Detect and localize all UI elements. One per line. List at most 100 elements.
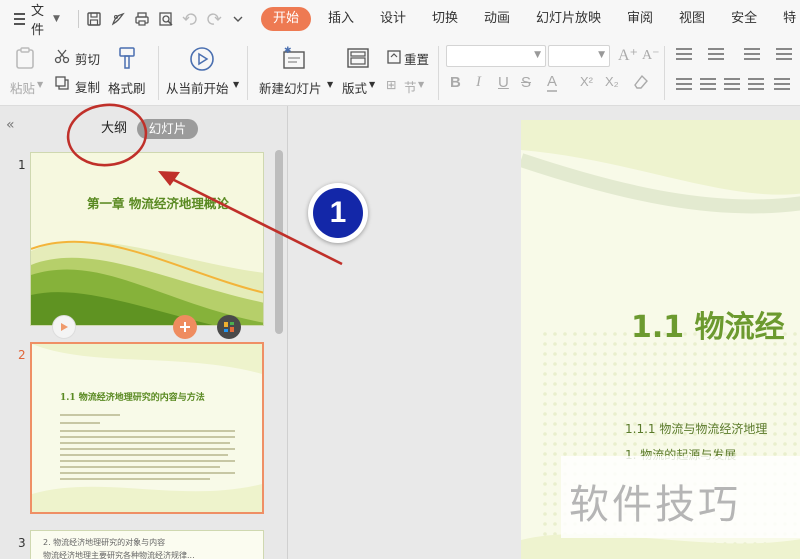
chevron-down-icon: ▼ bbox=[598, 50, 605, 60]
paste-button[interactable]: 粘贴 bbox=[10, 78, 35, 97]
slide-text-line: 2. 物流经济地理研究的对象与内容 bbox=[43, 538, 166, 547]
chevron-down-icon: ▼ bbox=[53, 14, 60, 24]
paste-dropdown-icon[interactable]: ▼ bbox=[37, 80, 43, 89]
file-menu-label: 文件 bbox=[31, 4, 45, 38]
align-left-icon[interactable] bbox=[676, 78, 692, 90]
chevron-down-icon: ▼ bbox=[534, 50, 541, 60]
play-from-current-button[interactable]: 从当前开始 bbox=[166, 78, 229, 97]
ribbon-divider bbox=[158, 46, 159, 100]
tab-review[interactable]: 审阅 bbox=[614, 7, 666, 31]
export-pdf-icon[interactable] bbox=[109, 10, 127, 28]
section-button[interactable]: 节 bbox=[404, 77, 417, 96]
font-size-select[interactable]: ▼ bbox=[548, 45, 610, 67]
italic-button[interactable]: I bbox=[476, 74, 481, 91]
align-right-icon[interactable] bbox=[724, 78, 740, 90]
slide-title[interactable]: 1.1 物流经 bbox=[631, 302, 785, 346]
decrease-indent-icon[interactable] bbox=[744, 48, 760, 60]
slide-editor-canvas: 1.1 物流经 1.1.1 物流与物流经济地理 1. 物流的起源与发展 软件技巧 bbox=[289, 106, 800, 559]
slide-number: 1 bbox=[18, 158, 26, 172]
step-number: 1 bbox=[313, 188, 363, 238]
slide-background bbox=[31, 153, 263, 325]
ribbon-divider bbox=[247, 46, 248, 100]
collapse-panel-icon[interactable]: « bbox=[6, 117, 15, 133]
bullet-list-icon[interactable] bbox=[676, 48, 692, 60]
tab-insert[interactable]: 插入 bbox=[315, 7, 367, 31]
watermark: 软件技巧 bbox=[561, 456, 800, 538]
slide-title: 1.1 物流经济地理研究的内容与方法 bbox=[60, 393, 205, 403]
subscript-button[interactable]: X₂ bbox=[605, 74, 619, 89]
play-slide-button[interactable] bbox=[52, 315, 76, 339]
section-dropdown-icon[interactable]: ▼ bbox=[418, 80, 424, 89]
menu-bar: 文件 ▼ 开始 插入 设计 切换 动画 幻灯片放映 审阅 视图 安全 特 bbox=[0, 0, 800, 38]
ribbon-tabs: 开始 插入 设计 切换 动画 幻灯片放映 审阅 视图 安全 特 bbox=[260, 7, 800, 31]
slide-navigation-panel: « 大纲 幻灯片 1 第一章 物流经济地理概论 2 1.1 物流经济地理研究的内… bbox=[0, 106, 288, 559]
redo-icon[interactable] bbox=[205, 10, 223, 28]
ribbon-divider bbox=[438, 46, 439, 100]
toolbar-divider bbox=[77, 10, 79, 28]
slide-background bbox=[32, 344, 262, 512]
strikethrough-button[interactable]: S bbox=[521, 74, 531, 91]
format-painter-button[interactable]: 格式刷 bbox=[108, 78, 146, 97]
slides-tab[interactable]: 幻灯片 bbox=[137, 119, 198, 139]
add-slide-button[interactable] bbox=[173, 315, 197, 339]
undo-icon[interactable] bbox=[181, 10, 199, 28]
eraser-icon[interactable] bbox=[632, 73, 650, 95]
copy-button[interactable]: 复制 bbox=[75, 77, 100, 96]
superscript-button[interactable]: X² bbox=[580, 74, 593, 89]
cut-button[interactable]: 剪切 bbox=[75, 49, 100, 68]
distribute-icon[interactable] bbox=[774, 78, 790, 90]
section-icon: ⊞ bbox=[386, 77, 397, 92]
increase-indent-icon[interactable] bbox=[776, 48, 792, 60]
slide-title: 第一章 物流经济地理概论 bbox=[87, 196, 229, 211]
layout-icon bbox=[346, 47, 370, 75]
scissors-icon bbox=[54, 48, 70, 68]
slide-thumbnail-1[interactable]: 第一章 物流经济地理概论 bbox=[30, 152, 264, 326]
reset-button[interactable]: 重置 bbox=[404, 49, 429, 68]
new-slide-button[interactable]: 新建幻灯片 bbox=[259, 78, 322, 97]
tab-design[interactable]: 设计 bbox=[367, 7, 419, 31]
save-icon[interactable] bbox=[85, 10, 103, 28]
svg-text:✱: ✱ bbox=[284, 46, 292, 56]
font-family-select[interactable]: ▼ bbox=[446, 45, 546, 67]
reset-icon bbox=[386, 49, 402, 69]
quick-access-toolbar bbox=[77, 10, 253, 28]
tab-slideshow[interactable]: 幻灯片放映 bbox=[523, 7, 614, 31]
file-menu[interactable]: 文件 ▼ bbox=[14, 0, 60, 38]
slide-number: 2 bbox=[18, 348, 26, 362]
slide-number: 3 bbox=[18, 536, 26, 550]
slide-subtitle[interactable]: 1.1.1 物流与物流经济地理 bbox=[625, 420, 767, 437]
layout-button[interactable]: 版式 bbox=[342, 78, 367, 97]
align-center-icon[interactable] bbox=[700, 78, 716, 90]
tab-special[interactable]: 特 bbox=[770, 7, 800, 31]
shrink-font-button[interactable]: A⁻ bbox=[642, 47, 660, 64]
layout-dropdown-icon[interactable]: ▼ bbox=[369, 80, 375, 89]
step-number-badge: 1 bbox=[308, 183, 368, 243]
print-preview-icon[interactable] bbox=[157, 10, 175, 28]
play-dropdown-icon[interactable]: ▼ bbox=[233, 80, 239, 89]
paste-icon[interactable] bbox=[14, 46, 38, 74]
numbered-list-icon[interactable] bbox=[708, 48, 724, 60]
presentation-app: 文件 ▼ 开始 插入 设计 切换 动画 幻灯片放映 审阅 视图 安全 特 粘贴 … bbox=[0, 0, 800, 559]
play-icon bbox=[189, 46, 215, 76]
tab-security[interactable]: 安全 bbox=[718, 7, 770, 31]
font-color-button[interactable]: A bbox=[547, 74, 558, 92]
bold-button[interactable]: B bbox=[450, 74, 461, 91]
new-slide-dropdown-icon[interactable]: ▼ bbox=[327, 80, 333, 89]
panel-scrollbar[interactable] bbox=[275, 150, 283, 334]
tab-view[interactable]: 视图 bbox=[666, 7, 718, 31]
underline-button[interactable]: U bbox=[498, 74, 509, 91]
tab-animations[interactable]: 动画 bbox=[471, 7, 523, 31]
outline-tab[interactable]: 大纲 bbox=[90, 119, 138, 139]
print-icon[interactable] bbox=[133, 10, 151, 28]
slide-thumbnail-2[interactable]: 1.1 物流经济地理研究的内容与方法 bbox=[30, 342, 264, 514]
grow-font-button[interactable]: A⁺ bbox=[618, 45, 638, 65]
tab-home[interactable]: 开始 bbox=[260, 7, 311, 31]
current-slide[interactable]: 1.1 物流经 1.1.1 物流与物流经济地理 1. 物流的起源与发展 软件技巧 bbox=[521, 120, 800, 559]
copy-icon bbox=[54, 75, 70, 95]
justify-icon[interactable] bbox=[748, 78, 764, 90]
slide-layout-button[interactable] bbox=[217, 315, 241, 339]
tab-transitions[interactable]: 切换 bbox=[419, 7, 471, 31]
slide-thumbnail-3[interactable]: 2. 物流经济地理研究的对象与内容 物流经济地理主要研究各种物流经济规律... bbox=[30, 530, 264, 559]
ribbon-divider bbox=[664, 46, 665, 100]
customize-toolbar-icon[interactable] bbox=[229, 10, 247, 28]
